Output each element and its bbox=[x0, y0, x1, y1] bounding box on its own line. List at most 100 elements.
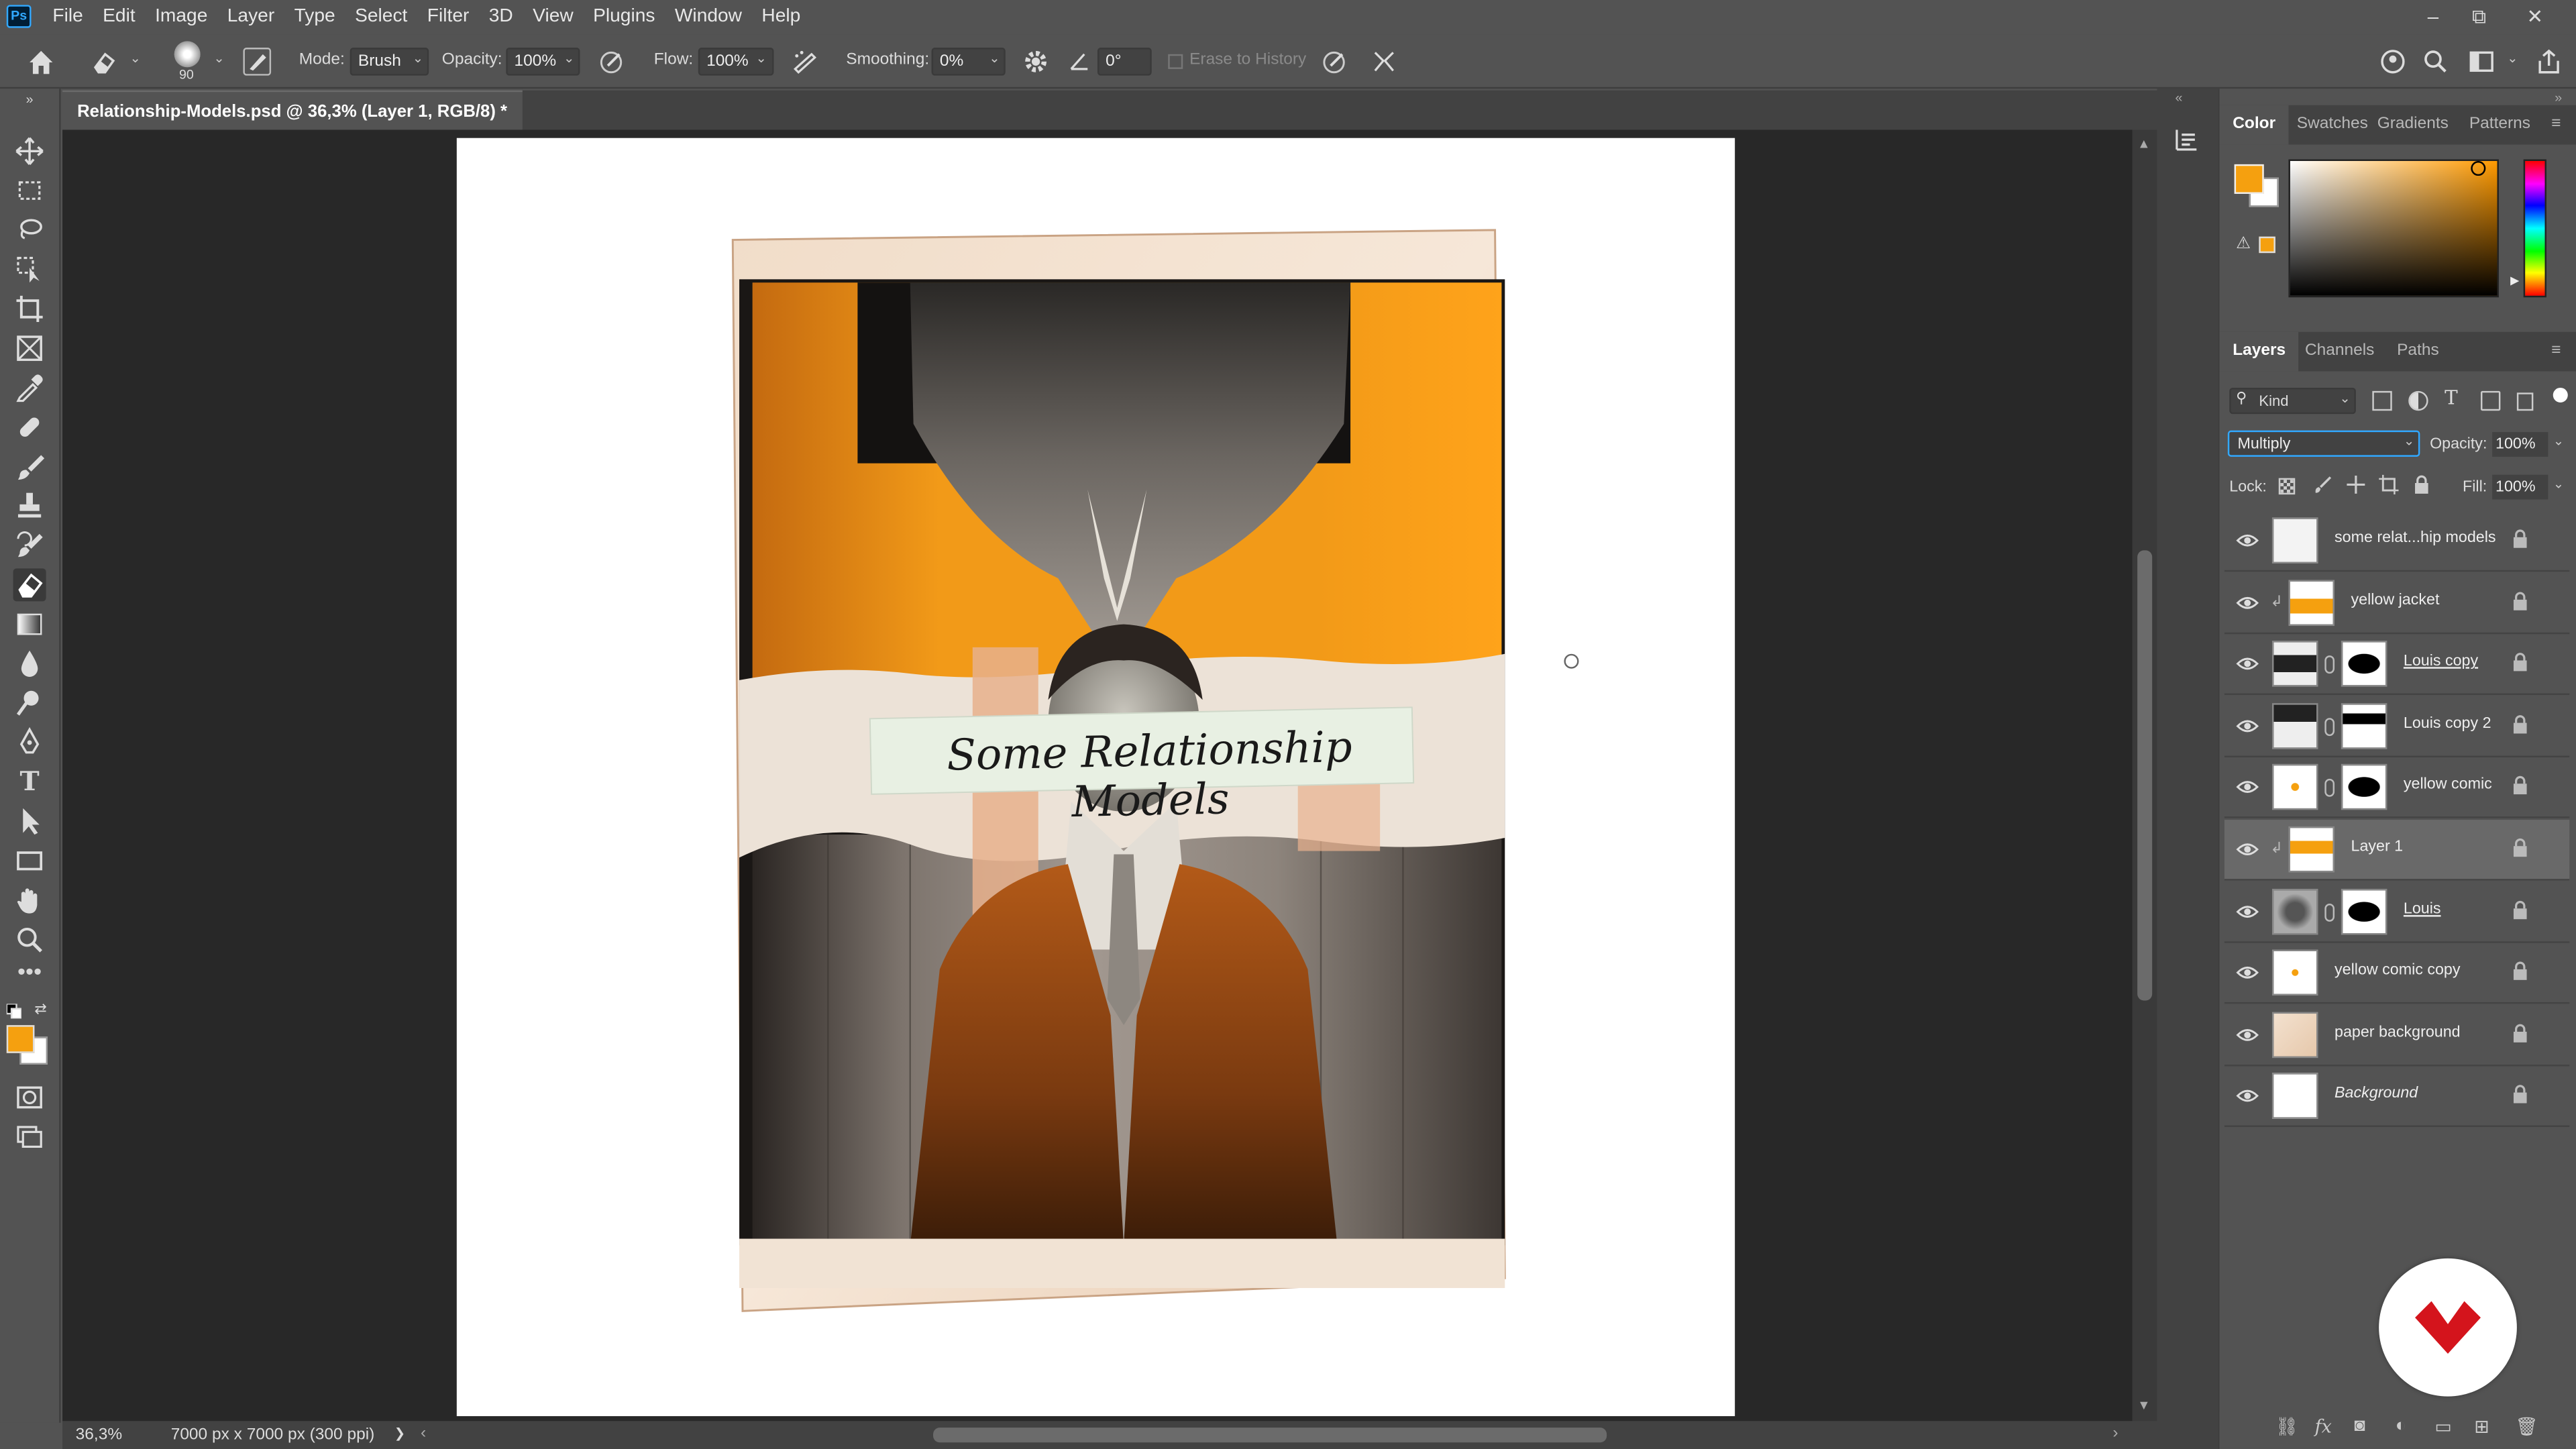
color-picker-field[interactable] bbox=[2288, 159, 2499, 298]
layer-row[interactable]: paper background bbox=[2224, 1005, 2570, 1066]
layer-thumbnail[interactable] bbox=[2271, 641, 2318, 688]
visibility-eye-icon[interactable] bbox=[2236, 902, 2259, 921]
scroll-up-icon[interactable]: ▲ bbox=[2137, 136, 2150, 151]
smoothing-chevron-icon[interactable]: ⌄ bbox=[989, 51, 1000, 66]
path-selection-tool-icon[interactable] bbox=[13, 805, 46, 838]
photoshop-logo[interactable]: Ps bbox=[6, 5, 32, 28]
delete-layer-icon[interactable]: 🗑 bbox=[2515, 1416, 2538, 1437]
new-group-icon[interactable]: ▭ bbox=[2434, 1416, 2451, 1437]
blend-mode-select[interactable]: Multiply ⌄ bbox=[2227, 430, 2420, 457]
filter-toggle-icon[interactable] bbox=[2553, 387, 2568, 403]
brush-settings-icon[interactable] bbox=[243, 48, 272, 76]
hue-slider[interactable] bbox=[2523, 159, 2546, 298]
airbrush-icon[interactable] bbox=[790, 48, 818, 76]
fill-input[interactable]: 100% bbox=[2492, 474, 2548, 500]
filter-pixel-icon[interactable] bbox=[2372, 390, 2392, 411]
gradient-tool-icon[interactable] bbox=[13, 608, 46, 641]
expand-panels-icon[interactable]: » bbox=[2555, 91, 2562, 105]
move-tool-icon[interactable] bbox=[13, 135, 46, 168]
pen-tool-icon[interactable] bbox=[13, 726, 46, 759]
visibility-eye-icon[interactable] bbox=[2236, 1025, 2259, 1044]
quick-mask-icon[interactable] bbox=[13, 1081, 46, 1114]
link-layers-icon[interactable]: ⛓ bbox=[2275, 1416, 2298, 1437]
menu-type[interactable]: Type bbox=[284, 0, 345, 34]
layer-name[interactable]: yellow comic copy bbox=[2334, 961, 2461, 979]
layer-name[interactable]: yellow comic bbox=[2404, 776, 2492, 794]
collapse-dock-icon[interactable]: « bbox=[2175, 91, 2182, 105]
workspace-icon[interactable] bbox=[2467, 48, 2496, 76]
swap-colors-icon[interactable]: ⇄ bbox=[34, 1002, 49, 1017]
filter-shape-icon[interactable] bbox=[2480, 390, 2501, 411]
menu-image[interactable]: Image bbox=[145, 0, 217, 34]
workspace-chevron-icon[interactable]: ⌄ bbox=[2507, 51, 2518, 66]
gear-icon[interactable] bbox=[1022, 48, 1050, 76]
home-icon[interactable] bbox=[26, 48, 56, 77]
fx-icon[interactable]: fx bbox=[2315, 1416, 2332, 1438]
lock-transparency-icon[interactable] bbox=[2278, 478, 2296, 495]
object-selection-tool-icon[interactable] bbox=[13, 253, 46, 286]
document-canvas[interactable]: Some Relationship Models bbox=[456, 138, 1735, 1417]
marquee-tool-icon[interactable] bbox=[13, 174, 46, 207]
tool-preset-chevron-icon[interactable]: ⌄ bbox=[129, 51, 140, 66]
frame-tool-icon[interactable] bbox=[13, 332, 46, 365]
web-safe-swatch[interactable] bbox=[2259, 236, 2275, 254]
restore-button[interactable]: ⧉ bbox=[2461, 1, 2498, 31]
layers-panel-menu-icon[interactable]: ≡ bbox=[2551, 332, 2561, 372]
lock-pixels-icon[interactable] bbox=[2313, 475, 2332, 494]
scroll-left-icon[interactable]: ‹ bbox=[421, 1424, 426, 1442]
layer-name[interactable]: yellow jacket bbox=[2351, 591, 2440, 609]
crop-tool-icon[interactable] bbox=[13, 292, 46, 325]
layer-mask-thumbnail[interactable] bbox=[2341, 702, 2387, 749]
lock-artboard-icon[interactable] bbox=[2379, 474, 2399, 495]
scroll-right-icon[interactable]: › bbox=[2112, 1424, 2118, 1442]
lasso-tool-icon[interactable] bbox=[13, 213, 46, 246]
mask-link-icon[interactable] bbox=[2324, 902, 2335, 921]
tab-color[interactable]: Color bbox=[2219, 105, 2289, 145]
eraser-tool-icon[interactable] bbox=[13, 568, 46, 602]
pressure-opacity-icon[interactable] bbox=[598, 48, 626, 76]
rectangle-tool-icon[interactable] bbox=[13, 845, 46, 877]
layer-name[interactable]: some relat...hip models bbox=[2334, 529, 2496, 547]
share-profile-icon[interactable] bbox=[2379, 48, 2407, 76]
layer-thumbnail[interactable] bbox=[2271, 1073, 2318, 1120]
layer-row[interactable]: Louis bbox=[2224, 881, 2570, 943]
layer-name[interactable]: Background bbox=[2334, 1085, 2418, 1103]
canvas-area[interactable]: Some Relationship Models bbox=[62, 129, 2133, 1421]
layer-row[interactable]: yellow comic bbox=[2224, 758, 2570, 819]
symmetry-icon[interactable] bbox=[1370, 48, 1398, 76]
flow-chevron-icon[interactable]: ⌄ bbox=[756, 51, 767, 66]
erase-history-checkbox[interactable] bbox=[1168, 54, 1183, 69]
search-icon[interactable] bbox=[2422, 48, 2450, 76]
minimize-button[interactable]: – bbox=[2415, 1, 2451, 31]
menu-filter[interactable]: Filter bbox=[417, 0, 479, 34]
mask-link-icon[interactable] bbox=[2324, 717, 2335, 736]
eyedropper-tool-icon[interactable] bbox=[13, 371, 46, 404]
layer-row[interactable]: yellow comic copy bbox=[2224, 943, 2570, 1004]
menu-plugins[interactable]: Plugins bbox=[583, 0, 665, 34]
filter-type-icon[interactable]: T bbox=[2445, 386, 2458, 409]
filter-smartobject-icon[interactable] bbox=[2516, 392, 2534, 411]
vertical-scrollbar[interactable]: ▲ ▼ bbox=[2132, 129, 2157, 1421]
more-tools-icon[interactable]: ••• bbox=[13, 959, 46, 992]
brush-picker-chevron-icon[interactable]: ⌄ bbox=[213, 51, 224, 66]
color-panel-menu-icon[interactable]: ≡ bbox=[2551, 105, 2561, 145]
history-brush-tool-icon[interactable] bbox=[13, 529, 46, 562]
layer-mask-thumbnail[interactable] bbox=[2341, 888, 2387, 934]
dodge-tool-icon[interactable] bbox=[13, 687, 46, 720]
brush-tool-icon[interactable] bbox=[13, 450, 46, 483]
adjustment-layer-icon[interactable]: ◐ bbox=[2396, 1416, 2406, 1436]
layer-opacity-chevron-icon[interactable]: ⌄ bbox=[2553, 434, 2564, 449]
type-tool-icon[interactable]: T bbox=[13, 765, 46, 798]
layer-thumbnail[interactable] bbox=[2271, 949, 2318, 996]
visibility-eye-icon[interactable] bbox=[2236, 654, 2259, 674]
layer-thumbnail[interactable] bbox=[2288, 826, 2335, 873]
visibility-eye-icon[interactable] bbox=[2236, 839, 2259, 859]
mask-link-icon[interactable] bbox=[2324, 655, 2335, 674]
gamut-warning-icon[interactable]: ⚠ bbox=[2236, 235, 2251, 253]
visibility-eye-icon[interactable] bbox=[2236, 592, 2259, 612]
new-layer-icon[interactable]: ⊞ bbox=[2474, 1416, 2489, 1437]
layer-row[interactable]: ↲ Layer 1 bbox=[2224, 820, 2570, 881]
layer-opacity-input[interactable]: 100% bbox=[2492, 432, 2548, 457]
lock-all-icon[interactable] bbox=[2414, 475, 2430, 494]
fill-chevron-icon[interactable]: ⌄ bbox=[2553, 476, 2564, 491]
